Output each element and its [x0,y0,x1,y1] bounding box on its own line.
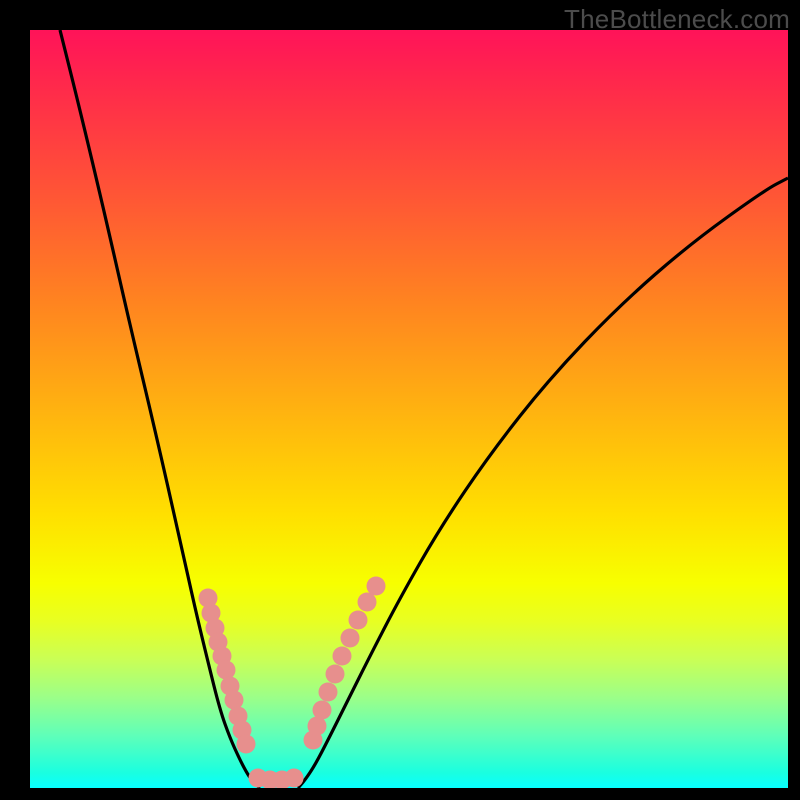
outer-frame: TheBottleneck.com [0,0,800,800]
highlight-dot [349,611,368,630]
highlight-dot [313,701,332,720]
highlight-dot [367,577,386,596]
highlight-dot [319,683,338,702]
highlight-dot [237,735,256,754]
highlight-dot [217,661,236,680]
chart-svg [30,30,788,788]
curve-right [298,178,788,788]
highlight-dot [341,629,360,648]
plot-area [30,30,788,788]
watermark-text: TheBottleneck.com [564,4,790,35]
highlight-dot [358,593,377,612]
highlight-dot [285,769,304,788]
highlight-dot [333,647,352,666]
highlight-dot [326,665,345,684]
highlight-dot [225,691,244,710]
